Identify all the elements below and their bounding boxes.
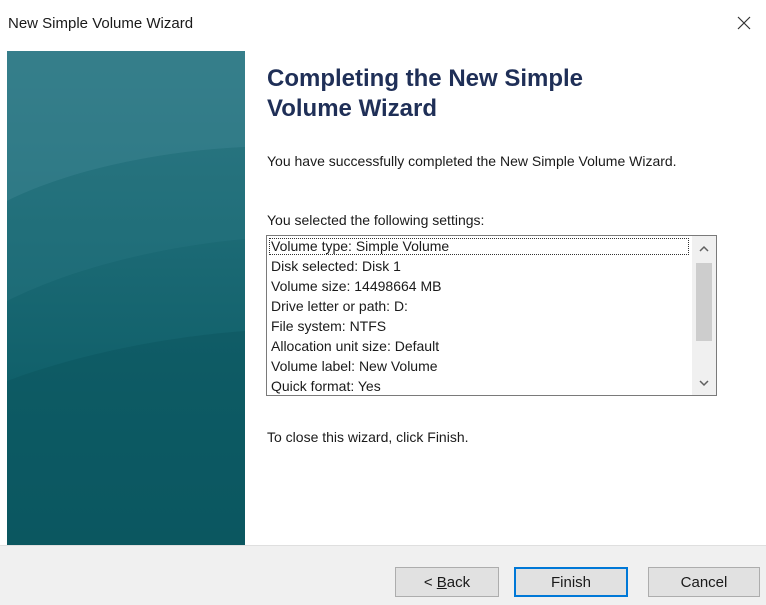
close-instructions: To close this wizard, click Finish. [267, 429, 469, 445]
vertical-scrollbar[interactable] [692, 236, 716, 395]
back-button[interactable]: < Back [395, 567, 499, 597]
back-rest: ack [446, 573, 471, 591]
list-item[interactable]: Quick format: Yes [267, 376, 692, 395]
window-title: New Simple Volume Wizard [8, 15, 194, 32]
list-item[interactable]: Volume size: 14498664 MB [267, 276, 692, 296]
finish-button-label: Finish [550, 573, 591, 591]
cancel-button[interactable]: Cancel [648, 567, 760, 597]
wizard-side-banner [7, 51, 245, 545]
back-button-label: < Back [424, 574, 470, 591]
back-prefix: < [423, 573, 437, 591]
completion-message: You have successfully completed the New … [267, 153, 677, 169]
settings-label: You selected the following settings: [267, 212, 485, 228]
back-mnemonic: B [436, 573, 447, 591]
list-item[interactable]: Volume type: Simple Volume [268, 237, 690, 256]
chevron-down-icon [699, 374, 709, 392]
wizard-content: Completing the New Simple Volume Wizard … [245, 46, 766, 545]
close-button[interactable] [722, 0, 766, 46]
list-item[interactable]: Volume label: New Volume [267, 356, 692, 376]
list-item[interactable]: Drive letter or path: D: [267, 296, 692, 316]
scroll-up-button[interactable] [692, 236, 716, 260]
close-icon [737, 16, 751, 30]
settings-list: Volume type: Simple Volume Disk selected… [267, 236, 692, 395]
chevron-up-icon [699, 239, 709, 257]
list-item[interactable]: File system: NTFS [267, 316, 692, 336]
finish-button[interactable]: Finish [514, 567, 628, 597]
button-bar: < Back Finish Cancel [0, 545, 766, 605]
list-item[interactable]: Disk selected: Disk 1 [267, 256, 692, 276]
settings-listbox[interactable]: Volume type: Simple Volume Disk selected… [266, 235, 717, 396]
title-bar: New Simple Volume Wizard [0, 0, 766, 46]
scroll-thumb[interactable] [696, 263, 712, 341]
page-title: Completing the New Simple Volume Wizard [267, 65, 584, 122]
cancel-button-label: Cancel [680, 573, 728, 591]
list-item[interactable]: Allocation unit size: Default [267, 336, 692, 356]
scroll-down-button[interactable] [692, 371, 716, 395]
